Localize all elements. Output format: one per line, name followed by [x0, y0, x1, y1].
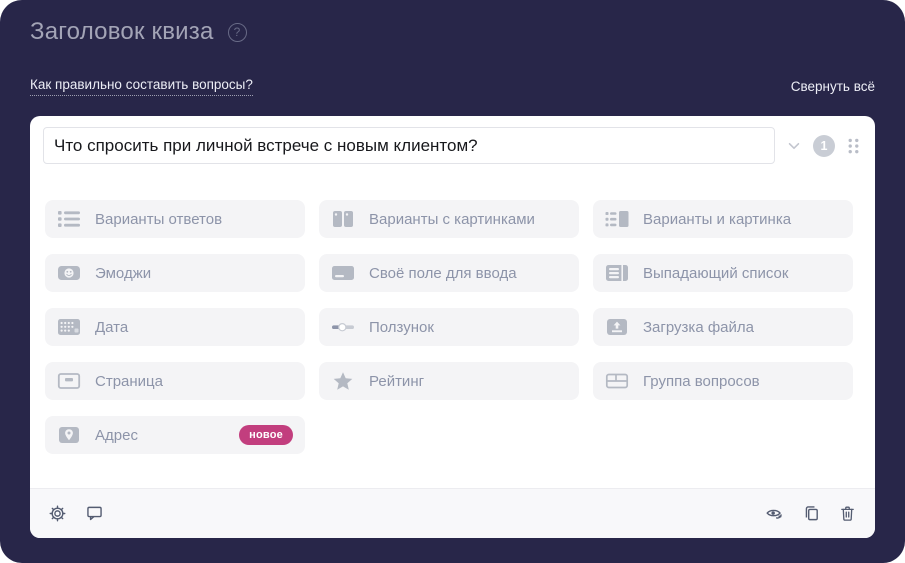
preview-eye-icon[interactable] [764, 503, 786, 525]
question-type-image-options[interactable]: Варианты с картинками [319, 200, 579, 238]
settings-gear-icon[interactable] [47, 503, 68, 524]
question-type-question-group[interactable]: Группа вопросов [593, 362, 853, 400]
question-type-label: Варианты ответов [95, 210, 223, 228]
card-footer [30, 488, 875, 538]
subheader: Как правильно составить вопросы? Свернут… [30, 77, 875, 96]
question-type-label: Группа вопросов [643, 372, 760, 390]
question-type-choice-list[interactable]: Варианты ответов [45, 200, 305, 238]
page-header: Заголовок квиза ? [30, 18, 875, 46]
quiz-builder-panel: Заголовок квиза ? Как правильно составит… [0, 0, 905, 563]
question-type-page[interactable]: Страница [45, 362, 305, 400]
question-number-badge: 1 [813, 134, 835, 157]
question-group-icon [605, 371, 629, 391]
question-type-label: Выпадающий список [643, 264, 789, 282]
image-options-icon [331, 209, 355, 229]
page-icon [57, 371, 81, 391]
question-type-address[interactable]: Адрес новое [45, 416, 305, 454]
question-type-label: Своё поле для ввода [369, 264, 517, 282]
question-type-label: Страница [95, 372, 163, 390]
question-type-label: Варианты с картинками [369, 210, 535, 228]
input-field-icon [331, 263, 355, 283]
question-title-input[interactable] [43, 127, 775, 164]
question-type-dropdown-list[interactable]: Выпадающий список [593, 254, 853, 292]
question-type-label: Рейтинг [369, 372, 425, 390]
page-title: Заголовок квиза [30, 18, 214, 45]
question-type-file-upload[interactable]: Загрузка файла [593, 308, 853, 346]
calendar-date-icon [57, 317, 81, 337]
emoji-icon [57, 263, 81, 283]
list-and-image-icon [605, 209, 629, 229]
question-type-label: Варианты и картинка [643, 210, 792, 228]
footer-left-icons [47, 503, 105, 524]
question-type-label: Ползунок [369, 318, 434, 336]
dropdown-list-icon [605, 263, 629, 283]
question-type-label: Дата [95, 318, 129, 336]
question-type-label: Эмоджи [95, 264, 152, 282]
chevron-down-icon[interactable] [786, 138, 802, 154]
question-card: 1 Варианты ответов [30, 116, 875, 538]
question-type-slider[interactable]: Ползунок [319, 308, 579, 346]
new-badge: новое [239, 425, 293, 445]
choice-list-icon [57, 209, 81, 229]
question-type-label: Адрес [95, 426, 138, 444]
collapse-all-button[interactable]: Свернуть всё [791, 79, 875, 94]
address-pin-icon [57, 425, 81, 445]
question-type-grid: Варианты ответов Варианты с картинками В… [30, 164, 875, 454]
question-title-row: 1 [30, 116, 875, 164]
duplicate-copy-icon[interactable] [801, 503, 822, 524]
delete-trash-icon[interactable] [837, 503, 858, 524]
question-type-custom-input[interactable]: Своё поле для ввода [319, 254, 579, 292]
question-type-emoji[interactable]: Эмоджи [45, 254, 305, 292]
comment-icon[interactable] [84, 503, 105, 524]
question-type-list-and-image[interactable]: Варианты и картинка [593, 200, 853, 238]
question-circle-icon[interactable]: ? [227, 22, 247, 42]
star-rating-icon [331, 371, 355, 391]
question-type-rating[interactable]: Рейтинг [319, 362, 579, 400]
drag-handle-icon[interactable] [846, 136, 861, 156]
question-type-label: Загрузка файла [643, 318, 754, 336]
guide-link[interactable]: Как правильно составить вопросы? [30, 77, 253, 96]
question-type-date[interactable]: Дата [45, 308, 305, 346]
file-upload-icon [605, 317, 629, 337]
slider-icon [331, 317, 355, 337]
footer-right-icons [764, 503, 858, 525]
